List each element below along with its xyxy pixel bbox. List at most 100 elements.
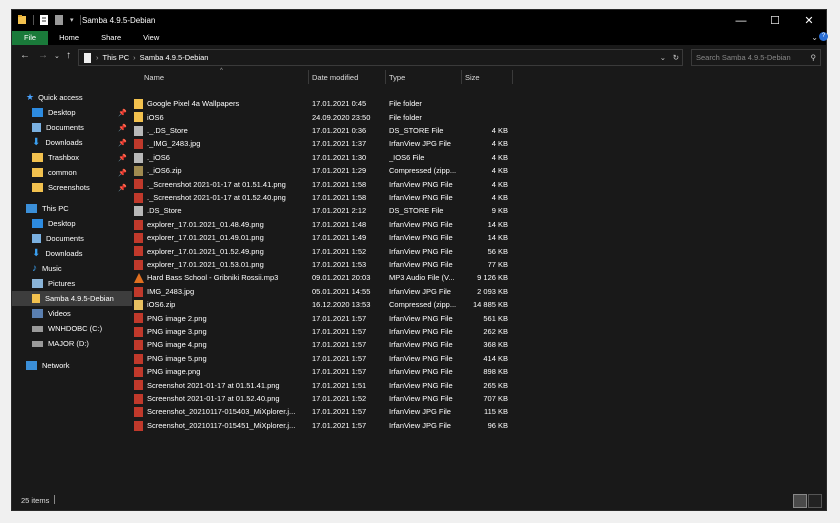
cell-date: 17.01.2021 1:52 <box>312 393 367 403</box>
customize-toolbar-icon[interactable]: ▾ <box>70 16 74 24</box>
nav-quick-desktop[interactable]: Desktop 📌 <box>32 105 132 120</box>
file-row[interactable]: PNG image 4.png 17.01.2021 1:57 IrfanView … <box>132 338 512 351</box>
cell-type: IrfanView JPG File <box>389 139 451 149</box>
image-icon <box>134 407 143 418</box>
large-icons-view-button[interactable] <box>808 494 822 508</box>
tab-home[interactable]: Home <box>48 31 90 45</box>
column-divider[interactable] <box>461 70 462 84</box>
breadcrumb-current[interactable]: Samba 4.9.5-Debian <box>140 53 209 62</box>
tab-share[interactable]: Share <box>90 31 132 45</box>
minimize-button[interactable]: — <box>724 10 758 31</box>
nav-pc-desktop[interactable]: Desktop <box>32 216 132 231</box>
properties-icon[interactable] <box>40 15 49 25</box>
address-row: ← → ⌄ ↑ › This PC › Samba 4.9.5-Debian ⌄… <box>12 46 826 68</box>
file-row[interactable]: PNG image 3.png 17.01.2021 1:57 IrfanView … <box>132 325 512 338</box>
nav-quick-trashbox[interactable]: Trashbox 📌 <box>32 150 132 165</box>
file-row[interactable]: explorer_17.01.2021_01.52.49.png 17.01.20… <box>132 244 512 257</box>
cell-name: Screenshot 2021-01-17 at 01.52.40.png <box>147 393 280 403</box>
cell-name: ._iOS6.zip <box>147 166 182 176</box>
file-row[interactable]: IMG_2483.jpg 05.01.2021 14:55 IrfanView JP… <box>132 285 512 298</box>
nav-pc-drive-d[interactable]: MAJOR (D:) <box>32 336 132 351</box>
file-row[interactable]: Screenshot_20210117-015403_MiXplorer.j..… <box>132 405 512 418</box>
file-row[interactable]: PNG image 2.png 17.01.2021 1:57 IrfanView … <box>132 311 512 324</box>
file-row[interactable]: ._.DS_Store 17.01.2021 0:36 DS_STORE File 4… <box>132 124 512 137</box>
maximize-button[interactable]: ☐ <box>758 10 792 31</box>
address-bar[interactable]: › This PC › Samba 4.9.5-Debian ⌄ ↻ <box>78 49 683 66</box>
nav-pc-pictures[interactable]: Pictures <box>32 276 132 291</box>
pin-icon: 📌 <box>118 139 127 147</box>
back-arrow-icon[interactable]: ← <box>20 50 30 61</box>
close-button[interactable]: ✕ <box>792 10 826 31</box>
folder-icon <box>32 183 43 192</box>
videos-icon <box>32 309 43 318</box>
cell-date: 05.01.2021 14:55 <box>312 286 371 296</box>
folder-icon <box>18 15 26 24</box>
search-icon[interactable]: ⚲ <box>811 53 817 62</box>
refresh-icon[interactable]: ↻ <box>673 53 679 62</box>
nav-pc-drive-c[interactable]: WNHDOBC (C:) <box>32 321 132 336</box>
new-folder-icon[interactable] <box>55 15 64 25</box>
file-row[interactable]: iOS6.zip 16.12.2020 13:53 Compressed (zipp… <box>132 298 512 311</box>
nav-pc-downloads[interactable]: ⬇ Downloads <box>32 246 132 261</box>
file-row[interactable]: Screenshot_20210117-015451_MiXplorer.j..… <box>132 419 512 432</box>
drive-icon <box>84 52 91 63</box>
file-row[interactable]: PNG image 5.png 17.01.2021 1:57 IrfanView … <box>132 352 512 365</box>
nav-pc-music[interactable]: ♪ Music <box>32 261 132 276</box>
tab-view[interactable]: View <box>132 31 170 45</box>
file-row[interactable]: ._Screenshot 2021-01-17 at 01.52.40.png 1… <box>132 191 512 204</box>
file-row[interactable]: iOS6 24.09.2020 23:50 File folder <box>132 110 512 123</box>
nav-pc-documents[interactable]: Documents <box>32 231 132 246</box>
file-row[interactable]: ._iOS6 17.01.2021 1:30 _IOS6 File 4 KB <box>132 151 512 164</box>
file-row[interactable]: Google Pixel 4a Wallpapers 17.01.2021 0:4… <box>132 97 512 110</box>
file-row[interactable]: ._IMG_2483.jpg 17.01.2021 1:37 IrfanView J… <box>132 137 512 150</box>
column-header-type[interactable]: Type <box>389 68 405 86</box>
file-row[interactable]: ._Screenshot 2021-01-17 at 01.51.41.png 1… <box>132 177 512 190</box>
column-divider[interactable] <box>512 70 513 84</box>
nav-label: Quick access <box>38 93 83 102</box>
column-divider[interactable] <box>308 70 309 84</box>
file-row[interactable]: Hard Bass School - Gribniki Rossii.mp3 09… <box>132 271 512 284</box>
image-icon <box>134 340 143 351</box>
nav-quick-documents[interactable]: Documents 📌 <box>32 120 132 135</box>
nav-quick-screenshots[interactable]: Screenshots 📌 <box>32 180 132 195</box>
nav-quick-common[interactable]: common 📌 <box>32 165 132 180</box>
recent-locations-icon[interactable]: ⌄ <box>54 52 60 60</box>
expand-ribbon-icon[interactable]: ⌄ <box>811 33 818 42</box>
cell-date: 17.01.2021 1:37 <box>312 139 367 149</box>
file-row[interactable]: explorer_17.01.2021_01.48.49.png 17.01.20… <box>132 218 512 231</box>
cell-size: 561 KB <box>483 313 508 323</box>
help-icon[interactable]: ? <box>819 32 828 41</box>
column-header-name[interactable]: Name <box>144 68 164 86</box>
tab-file[interactable]: File <box>12 31 49 45</box>
search-box[interactable]: Search Samba 4.9.5-Debian ⚲ <box>691 49 821 66</box>
nav-network[interactable]: Network <box>26 358 146 373</box>
file-row[interactable]: Screenshot 2021-01-17 at 01.52.40.png 17.… <box>132 392 512 405</box>
pin-icon: 📌 <box>118 109 127 117</box>
image-icon <box>134 259 143 270</box>
nav-pc-samba[interactable]: Samba 4.9.5-Debian <box>12 291 132 306</box>
nav-this-pc[interactable]: This PC <box>26 201 146 216</box>
search-input[interactable]: Search Samba 4.9.5-Debian <box>696 53 791 62</box>
details-view-button[interactable] <box>793 494 807 508</box>
column-header-date[interactable]: Date modified <box>312 68 358 86</box>
downloads-icon: ⬇ <box>32 248 41 259</box>
file-row[interactable]: .DS_Store 17.01.2021 2:12 DS_STORE File 9 K… <box>132 204 512 217</box>
nav-pc-videos[interactable]: Videos <box>32 306 132 321</box>
column-header-size[interactable]: Size <box>465 68 480 86</box>
system-drive-icon <box>32 325 43 332</box>
file-row[interactable]: Screenshot 2021-01-17 at 01.51.41.png 17.… <box>132 378 512 391</box>
pictures-icon <box>32 279 43 288</box>
up-arrow-icon[interactable]: ↑ <box>66 50 71 61</box>
nav-quick-access[interactable]: ★ Quick access <box>26 90 146 105</box>
nav-label: MAJOR (D:) <box>48 339 89 348</box>
file-row[interactable]: PNG image.png 17.01.2021 1:57 IrfanView PN… <box>132 365 512 378</box>
file-row[interactable]: explorer_17.01.2021_01.49.01.png 17.01.20… <box>132 231 512 244</box>
file-row[interactable]: explorer_17.01.2021_01.53.01.png 17.01.20… <box>132 258 512 271</box>
breadcrumb-this-pc[interactable]: This PC <box>103 53 130 62</box>
forward-arrow-icon[interactable]: → <box>38 50 48 61</box>
column-divider[interactable] <box>385 70 386 84</box>
file-row[interactable]: ._iOS6.zip 17.01.2021 1:29 Compressed (zip… <box>132 164 512 177</box>
address-dropdown-icon[interactable]: ⌄ <box>660 53 666 62</box>
nav-quick-downloads[interactable]: ⬇ Downloads 📌 <box>32 135 132 150</box>
cell-name: iOS6.zip <box>147 300 176 310</box>
